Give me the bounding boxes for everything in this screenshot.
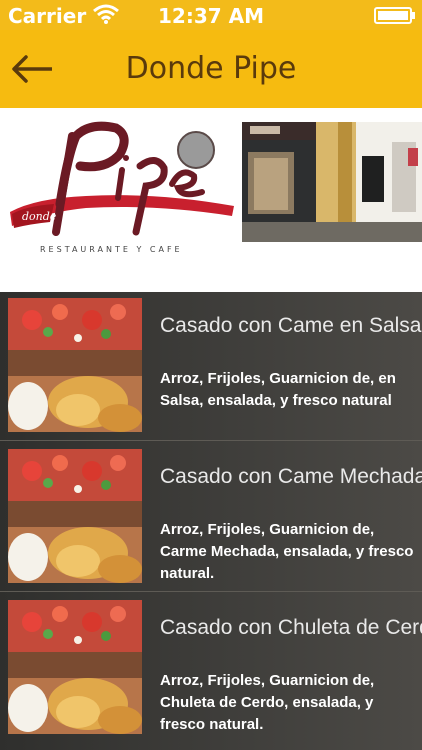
dish-description: Arroz, Frijoles, Guarnicion de, en Salsa…	[160, 370, 396, 409]
logo-tag-text: donde	[22, 210, 57, 223]
page-title: Donde Pipe	[125, 51, 297, 86]
logo-tagline-text: RESTAURANTE Y CAFE	[40, 245, 183, 254]
restaurant-banner: donde RESTAURANTE Y CAFE	[0, 108, 422, 292]
dish-thumbnail	[8, 298, 142, 432]
menu-item[interactable]: Casado con Chuleta de Cerdo Arroz, Frijo…	[0, 594, 422, 742]
divider	[0, 440, 422, 441]
divider	[0, 591, 422, 592]
dish-name: Casado con Chuleta de Cerdo	[160, 616, 422, 639]
dish-description: Arroz, Frijoles, Guarnicion de, Carme Me…	[160, 521, 414, 582]
nav-bar: Donde Pipe	[0, 30, 422, 108]
dish-description: Arroz, Frijoles, Guarnicion de, Chuleta …	[160, 672, 375, 733]
menu-item[interactable]: Casado con Came Mechada Arroz, Frijoles,…	[0, 443, 422, 591]
dish-thumbnail	[8, 449, 142, 583]
menu-item[interactable]: Casado con Came en Salsa Arroz, Frijoles…	[0, 292, 422, 440]
donde-pipe-logo: donde RESTAURANTE Y CAFE	[10, 121, 234, 254]
battery-icon	[374, 7, 415, 24]
dish-name: Casado con Came en Salsa	[160, 314, 422, 337]
dish-name: Casado con Came Mechada	[160, 465, 422, 488]
menu-list: Casado con Came en Salsa Arroz, Frijoles…	[0, 292, 422, 750]
restaurant-photo	[242, 122, 422, 242]
status-bar: Carrier 12:37 AM	[0, 0, 422, 30]
dish-thumbnail	[8, 600, 142, 734]
status-time: 12:37 AM	[157, 4, 264, 28]
